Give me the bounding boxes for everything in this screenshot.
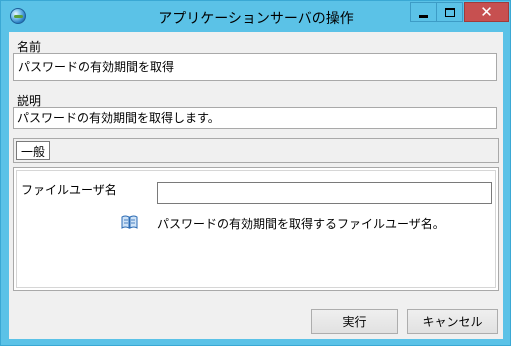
minimize-button[interactable]: [410, 2, 437, 22]
close-button[interactable]: ✕: [464, 2, 509, 22]
globe-icon: [10, 8, 26, 24]
tab-strip: 一般: [13, 138, 499, 163]
execute-button[interactable]: 実行: [311, 309, 398, 334]
file-user-input[interactable]: [157, 182, 492, 204]
maximize-button[interactable]: [437, 2, 463, 22]
book-icon: [121, 215, 138, 229]
title-bar[interactable]: アプリケーションサーバの操作 ✕: [1, 1, 510, 31]
general-panel-content: ファイルユーザ名 パスワードの有効期間を取得するファイルユーザ名。: [16, 170, 496, 288]
general-panel: ファイルユーザ名 パスワードの有効期間を取得するファイルユーザ名。: [13, 167, 499, 291]
file-user-label: ファイルユーザ名: [21, 183, 117, 197]
window-title: アプリケーションサーバの操作: [158, 11, 354, 27]
minimize-icon: [419, 14, 428, 18]
description-field[interactable]: パスワードの有効期間を取得します。: [13, 107, 497, 129]
maximize-icon: [444, 7, 455, 17]
tab-general[interactable]: 一般: [16, 141, 51, 160]
file-user-help-text: パスワードの有効期間を取得するファイルユーザ名。: [157, 217, 445, 231]
name-field[interactable]: パスワードの有効期間を取得: [13, 53, 497, 81]
close-icon: ✕: [480, 2, 493, 21]
dialog-body: 名前 パスワードの有効期間を取得 説明 パスワードの有効期間を取得します。 一般…: [9, 32, 503, 339]
dialog-window: アプリケーションサーバの操作 ✕ 名前 パスワードの有効期間を取得 説明 パスワ…: [0, 0, 511, 346]
cancel-button[interactable]: キャンセル: [407, 309, 498, 334]
